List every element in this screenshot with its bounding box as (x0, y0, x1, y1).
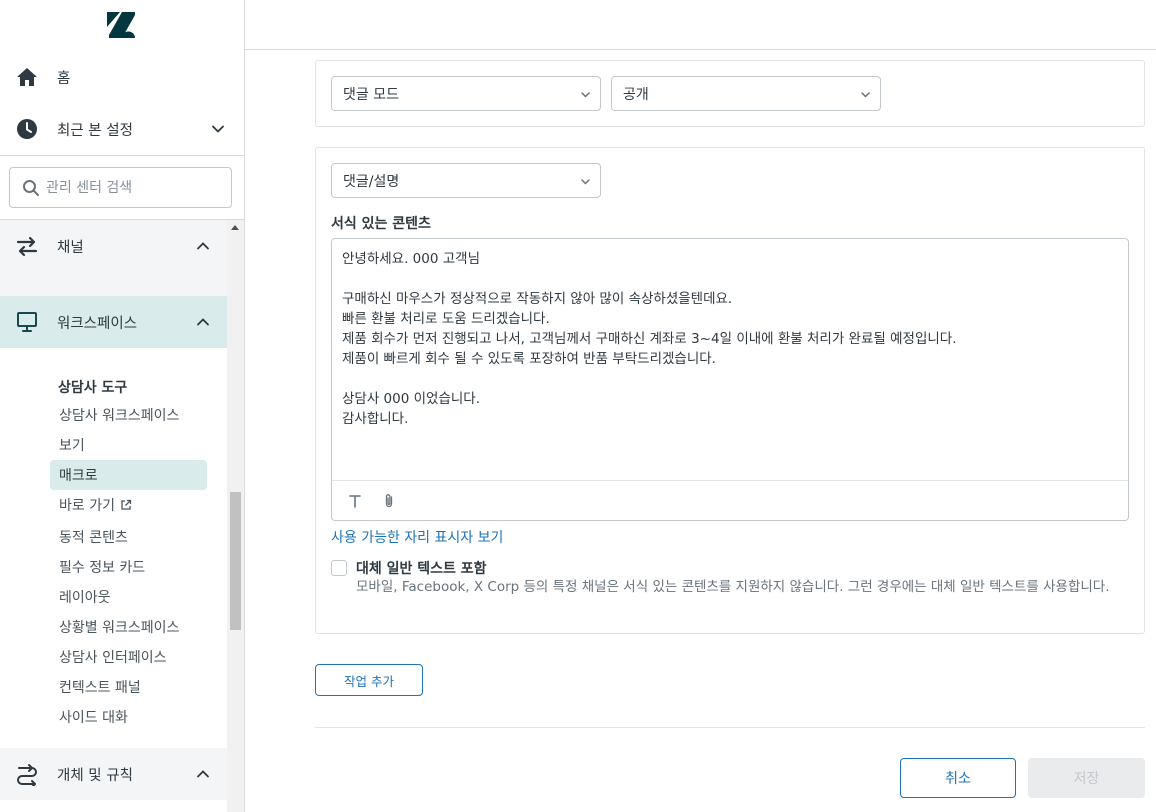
sidebar-item-context-panel[interactable]: 컨텍스트 패널 (50, 672, 207, 702)
editor-line: 제품이 빠르게 회수 될 수 있도록 포장하여 반품 부탁드리겠습니다. (342, 351, 716, 367)
arrows-swap-icon (16, 236, 38, 257)
editor-toolbar (332, 480, 1128, 520)
action-value-text: 공개 (623, 86, 649, 103)
zendesk-logo[interactable] (107, 12, 135, 38)
clock-icon (17, 119, 37, 139)
action-field-select[interactable]: 댓글 모드 (331, 76, 601, 111)
attachment-icon[interactable] (380, 492, 398, 510)
rich-content-label: 서식 있는 콘텐츠 (331, 216, 431, 232)
sidebar-item-label: 필수 정보 카드 (59, 560, 146, 576)
chevron-up-icon[interactable] (196, 239, 210, 253)
nav-group-workspaces-label: 워크스페이스 (57, 315, 138, 332)
sidebar: 홈 최근 본 설정 채널 (0, 0, 245, 812)
nav-recent-label: 최근 본 설정 (57, 122, 133, 139)
sidebar-item-label: 레이아웃 (59, 590, 111, 606)
chevron-down-icon[interactable] (211, 122, 225, 136)
footer-divider (315, 727, 1145, 728)
sidebar-scrollbar[interactable] (227, 220, 244, 812)
cancel-button[interactable]: 취소 (900, 758, 1016, 798)
nav-group-spacer (0, 272, 227, 296)
editor-line: 구매하신 마우스가 정상적으로 작동하지 않아 많이 속상하셨을텐데요. (342, 291, 733, 307)
sidebar-item-label: 상황별 워크스페이스 (59, 620, 180, 636)
scroll-up-arrow-icon[interactable] (231, 225, 239, 230)
sidebar-item-label: 상담사 워크스페이스 (59, 408, 180, 424)
fallback-text-checkbox[interactable] (331, 560, 347, 576)
sidebar-item-side-conversations[interactable]: 사이드 대화 (50, 702, 207, 732)
rules-icon (17, 764, 37, 786)
sidebar-item-label: 보기 (59, 438, 85, 454)
sidebar-scroll-area: 채널 워크스페이스 상담사 도구 상담사 워크스페이스 보기 매크로 바로 가기 (0, 220, 244, 812)
sidebar-item-label: 컨텍스트 패널 (59, 680, 141, 696)
sidebar-item-label: 사이드 대화 (59, 710, 128, 726)
divider (0, 155, 244, 156)
editor-line: 제품 회수가 먼저 진행되고 나서, 고객님께서 구매하신 계좌로 3~4일 이… (342, 331, 957, 347)
nav-group-workspaces[interactable]: 워크스페이스 (0, 296, 227, 348)
editor-body[interactable]: 안녕하세요. 000 고객님 구매하신 마우스가 정상적으로 작동하지 않아 많… (332, 239, 1128, 480)
editor-line: 감사합니다. (342, 411, 409, 427)
admin-search-input[interactable] (46, 176, 226, 200)
chevron-down-icon (861, 92, 870, 98)
scrollbar-thumb[interactable] (230, 492, 241, 630)
action-field-value: 댓글/설명 (343, 173, 400, 190)
external-link-icon (121, 499, 132, 510)
nav-group-objects-rules-label: 개체 및 규칙 (57, 767, 133, 784)
action-field-value: 댓글 모드 (343, 86, 399, 103)
sidebar-item-essentials-card[interactable]: 필수 정보 카드 (50, 552, 207, 582)
sidebar-item-macros[interactable]: 매크로 (50, 460, 207, 490)
sidebar-item-label: 바로 가기 (59, 498, 115, 514)
sidebar-item-agent-workspace[interactable]: 상담사 워크스페이스 (50, 400, 207, 430)
chevron-down-icon (581, 92, 590, 98)
rich-text-editor[interactable]: 안녕하세요. 000 고객님 구매하신 마우스가 정상적으로 작동하지 않아 많… (331, 238, 1129, 521)
action-field-select[interactable]: 댓글/설명 (331, 163, 601, 198)
fallback-text-hint: 모바일, Facebook, X Corp 등의 특정 채널은 서식 있는 콘텐… (356, 579, 1110, 595)
editor-line: 안녕하세요. 000 고객님 (342, 251, 481, 267)
add-action-button[interactable]: 작업 추가 (315, 664, 423, 696)
monitor-icon (17, 312, 37, 332)
action-value-select[interactable]: 공개 (611, 76, 881, 111)
sidebar-item-shortcuts[interactable]: 바로 가기 (50, 490, 207, 520)
admin-search-box[interactable] (9, 167, 232, 208)
chevron-up-icon[interactable] (196, 767, 210, 781)
chevron-down-icon (581, 179, 590, 185)
fallback-text-label[interactable]: 대체 일반 텍스트 포함 (356, 558, 487, 578)
sidebar-item-views[interactable]: 보기 (50, 430, 207, 460)
sidebar-item-label: 상담사 인터페이스 (59, 650, 167, 666)
sidebar-item-contextual-workspaces[interactable]: 상황별 워크스페이스 (50, 612, 207, 642)
sidebar-item-layouts[interactable]: 레이아웃 (50, 582, 207, 612)
home-icon (17, 68, 37, 86)
chevron-up-icon[interactable] (196, 315, 210, 329)
agent-tools-heading: 상담사 도구 (58, 380, 128, 396)
search-icon (23, 180, 39, 196)
nav-home-label: 홈 (57, 70, 71, 87)
main-content: 댓글 모드 공개 댓글/설명 서식 있는 콘텐츠 안녕하세요. 000 고객님 … (245, 0, 1156, 812)
save-button[interactable]: 저장 (1028, 758, 1145, 798)
header-divider (245, 49, 1156, 50)
sidebar-item-agent-interface[interactable]: 상담사 인터페이스 (50, 642, 207, 672)
editor-line: 상담사 000 이었습니다. (342, 391, 481, 407)
sidebar-item-dynamic-content[interactable]: 동적 콘텐츠 (50, 522, 207, 552)
editor-line: 빠른 환불 처리로 도움 드리겠습니다. (342, 311, 550, 327)
nav-group-channels[interactable]: 채널 (0, 220, 227, 272)
view-placeholders-link[interactable]: 사용 가능한 자리 표시자 보기 (331, 527, 503, 547)
sidebar-item-label: 매크로 (59, 468, 98, 484)
sidebar-item-label: 동적 콘텐츠 (59, 530, 128, 546)
editor-line (342, 269, 1118, 289)
nav-group-objects-rules[interactable]: 개체 및 규칙 (0, 748, 227, 800)
nav-recent-settings[interactable]: 최근 본 설정 (0, 109, 244, 149)
editor-line (342, 369, 1118, 389)
nav-group-channels-label: 채널 (57, 239, 84, 256)
text-format-icon[interactable] (346, 492, 364, 510)
nav-home[interactable]: 홈 (0, 57, 244, 97)
